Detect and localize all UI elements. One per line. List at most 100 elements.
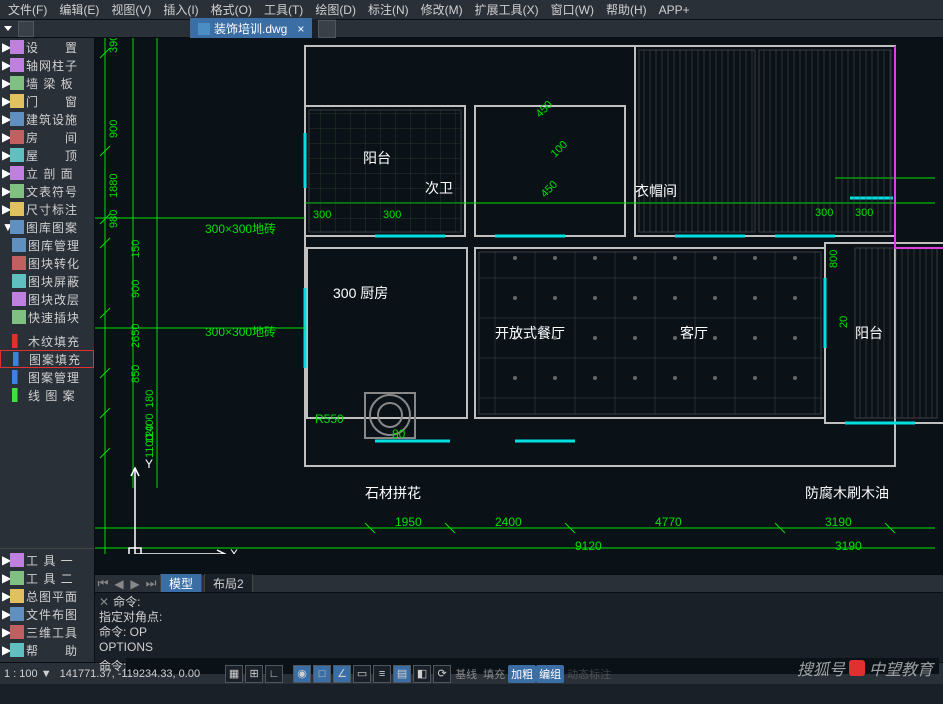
command-area: ✕ 命令: 指定对角点: 命令: OP OPTIONS 命令: <box>95 592 943 662</box>
sidebar-item[interactable]: ▶文件布图 <box>0 605 94 623</box>
item-icon <box>10 607 24 621</box>
sidebar-item[interactable]: ▶屋 顶 <box>0 146 94 164</box>
sidebar-item[interactable]: ▶门 窗 <box>0 92 94 110</box>
dwg-icon <box>198 23 210 35</box>
menu-item[interactable]: 文件(F) <box>2 1 53 18</box>
sidebar-item-label: 图案管理 <box>28 369 80 386</box>
polar-icon[interactable]: ◉ <box>293 665 311 683</box>
dropdown-icon[interactable] <box>4 26 12 31</box>
svg-text:3190: 3190 <box>835 539 862 553</box>
sidebar-item[interactable]: ▶工 具 二 <box>0 569 94 587</box>
svg-text:2400: 2400 <box>495 515 522 529</box>
svg-text:3190: 3190 <box>825 515 852 529</box>
menu-item[interactable]: 扩展工具(X) <box>469 1 545 18</box>
menu-item[interactable]: APP+ <box>653 3 696 17</box>
sidebar-item-label: 工 具 二 <box>26 570 74 587</box>
sidebar-item[interactable]: ▼图库图案 <box>0 218 94 236</box>
sidebar-item[interactable]: ▶建筑设施 <box>0 110 94 128</box>
toolbar-icon[interactable] <box>18 21 34 37</box>
menu-item[interactable]: 编辑(E) <box>53 1 105 18</box>
item-icon <box>12 274 26 288</box>
menu-item[interactable]: 修改(M) <box>415 1 469 18</box>
cyc-icon[interactable]: ⟳ <box>433 665 451 683</box>
tab-nav-first[interactable]: ⏮ <box>96 577 110 591</box>
osnap-icon[interactable]: □ <box>313 665 331 683</box>
svg-text:衣帽间: 衣帽间 <box>635 183 677 199</box>
sidebar-item[interactable]: ▶总图平面 <box>0 587 94 605</box>
tab-layout2[interactable]: 布局2 <box>204 573 253 594</box>
item-icon <box>10 40 24 54</box>
sidebar-item[interactable]: 木纹填充 <box>0 332 94 350</box>
sidebar-item[interactable]: ▶轴网柱子 <box>0 56 94 74</box>
status-jiacu[interactable]: 加粗 <box>508 665 536 683</box>
sidebar-item[interactable]: ▶三维工具 <box>0 623 94 641</box>
lwt-icon[interactable]: ≡ <box>373 665 391 683</box>
sc-icon[interactable]: ◧ <box>413 665 431 683</box>
sidebar-item-label: 图案填充 <box>29 351 81 368</box>
item-icon <box>10 589 24 603</box>
dyn-icon[interactable]: ▭ <box>353 665 371 683</box>
sidebar-item[interactable]: ▶文表符号 <box>0 182 94 200</box>
sidebar-item[interactable]: 图块转化 <box>0 254 94 272</box>
sidebar-item[interactable]: ▶立 剖 面 <box>0 164 94 182</box>
svg-text:客厅: 客厅 <box>680 325 708 341</box>
menu-item[interactable]: 插入(I) <box>157 1 204 18</box>
menu-item[interactable]: 绘图(D) <box>309 1 362 18</box>
menu-item[interactable]: 帮助(H) <box>600 1 653 18</box>
ortho-icon[interactable]: ∟ <box>265 665 283 683</box>
sidebar-item[interactable]: 图案填充 <box>0 350 94 368</box>
qp-icon[interactable]: ▤ <box>393 665 411 683</box>
sidebar-item[interactable]: ▶帮 助 <box>0 641 94 659</box>
sidebar-item[interactable]: 快速插块 <box>0 308 94 326</box>
sidebar-item-label: 墙 梁 板 <box>26 75 74 92</box>
sidebar-item[interactable]: ▶设 置 <box>0 38 94 56</box>
tab-nav-prev[interactable]: ◀ <box>112 577 126 591</box>
sidebar-item[interactable]: 图案管理 <box>0 368 94 386</box>
item-icon <box>10 76 24 90</box>
menu-item[interactable]: 窗口(W) <box>545 1 600 18</box>
sidebar-item[interactable]: ▶墙 梁 板 <box>0 74 94 92</box>
sidebar-item-label: 房 间 <box>26 129 78 146</box>
file-tab[interactable]: 装饰培训.dwg × <box>190 18 312 39</box>
cmd-close-icon[interactable]: ✕ <box>99 595 109 609</box>
sidebar-item-label: 尺寸标注 <box>26 201 78 218</box>
svg-text:450: 450 <box>534 99 555 120</box>
status-dongtai[interactable]: 动态标注 <box>564 666 614 682</box>
expand-icon: ▶ <box>2 130 10 144</box>
sidebar-item[interactable]: ▶尺寸标注 <box>0 200 94 218</box>
sidebar-item[interactable]: 线 图 案 <box>0 386 94 404</box>
status-bianzu[interactable]: 编组 <box>536 665 564 683</box>
grid-icon[interactable]: ▦ <box>225 665 243 683</box>
tab-model[interactable]: 模型 <box>160 573 202 594</box>
new-tab-icon[interactable] <box>318 20 336 38</box>
svg-text:180: 180 <box>144 390 156 408</box>
tab-nav-last[interactable]: ⏭ <box>144 577 158 591</box>
status-jixian[interactable]: 基线 <box>452 666 480 682</box>
otrack-icon[interactable]: ∠ <box>333 665 351 683</box>
sidebar-item[interactable]: 图块屏蔽 <box>0 272 94 290</box>
close-tab-icon[interactable]: × <box>297 22 304 36</box>
drawing-canvas[interactable]: 阳台 次卫 衣帽间 300 厨房 开放式餐厅 客厅 阳台 石材拼花 防腐木刷木油… <box>95 38 943 574</box>
sidebar-item-label: 总图平面 <box>26 588 78 605</box>
status-tianchong[interactable]: 填充 <box>480 666 508 682</box>
sidebar-item[interactable]: 图块改层 <box>0 290 94 308</box>
item-icon <box>12 388 26 402</box>
sidebar-item-label: 图库管理 <box>28 237 80 254</box>
menu-item[interactable]: 工具(T) <box>258 1 309 18</box>
snap-icon[interactable]: ⊞ <box>245 665 263 683</box>
sidebar-item[interactable]: ▶ 房 间 <box>0 128 94 146</box>
svg-text:开放式餐厅: 开放式餐厅 <box>495 325 565 341</box>
status-scale[interactable]: 1 : 100 ▼ <box>0 668 56 680</box>
svg-text:80: 80 <box>392 427 406 441</box>
menu-item[interactable]: 格式(O) <box>205 1 258 18</box>
menu-item[interactable]: 标注(N) <box>362 1 415 18</box>
sidebar-item[interactable]: ▶工 具 一 <box>0 551 94 569</box>
menu-item[interactable]: 视图(V) <box>105 1 157 18</box>
svg-text:X: X <box>230 547 238 554</box>
svg-text:300: 300 <box>313 209 331 221</box>
tab-nav-next[interactable]: ▶ <box>128 577 142 591</box>
expand-icon: ▶ <box>2 94 10 108</box>
sidebar-item[interactable]: 图库管理 <box>0 236 94 254</box>
cmd-history: 命令: 指定对角点: 命令: OP OPTIONS <box>99 595 939 655</box>
svg-text:120: 120 <box>144 425 156 443</box>
